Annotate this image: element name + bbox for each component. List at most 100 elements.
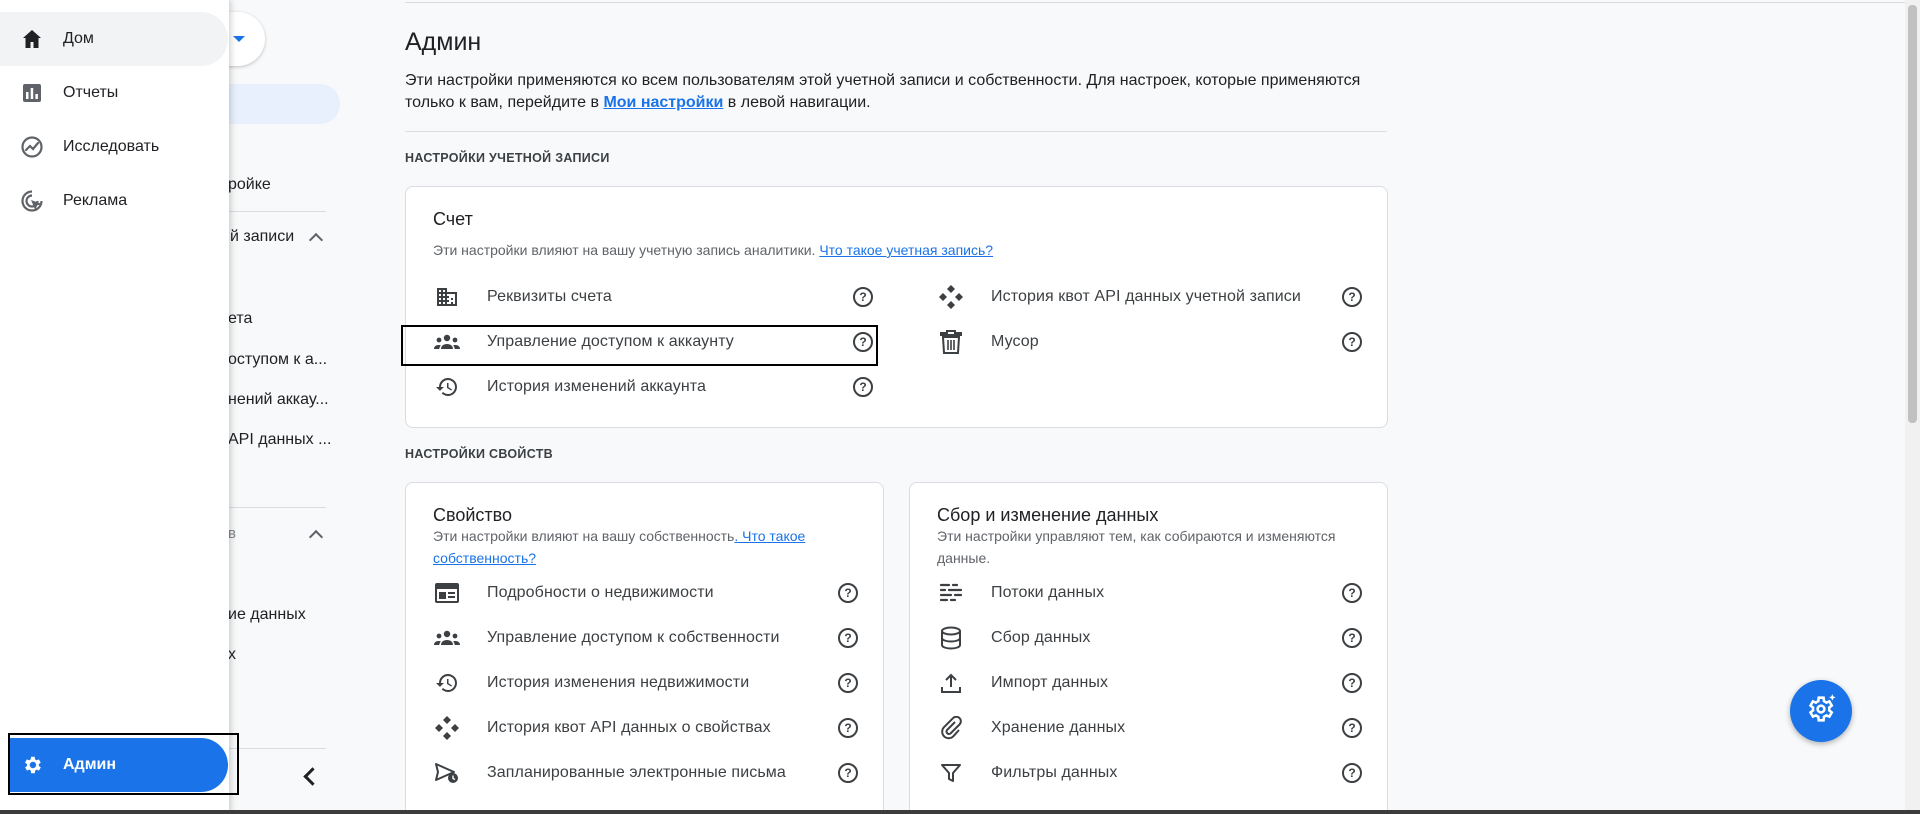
main-nav-drawer: Дом Отчеты Исследовать Реклама Админ	[0, 0, 229, 814]
row-label: Мусор	[991, 333, 1039, 350]
data-streams-row[interactable]: Потоки данных ?	[937, 573, 1362, 613]
row-label: Импорт данных	[991, 674, 1109, 691]
scrollbar-thumb[interactable]	[1908, 5, 1917, 423]
advertising-icon	[20, 189, 44, 213]
property-card-title: Свойство	[433, 505, 513, 525]
account-settings-heading: НАСТРОЙКИ УЧЕТНОЙ ЗАПИСИ	[405, 151, 610, 165]
help-icon[interactable]: ?	[838, 628, 858, 648]
nav-label: Исследовать	[63, 138, 160, 155]
my-settings-link[interactable]: Мои настройки	[603, 94, 723, 111]
subnav-section-account[interactable]: й записи	[230, 228, 294, 246]
intro-text: Эти настройки применяются ко всем пользо…	[405, 70, 1395, 114]
help-icon[interactable]: ?	[838, 718, 858, 738]
top-divider	[405, 2, 1905, 3]
help-icon[interactable]: ?	[1342, 718, 1362, 738]
row-label: История изменений аккаунта	[487, 378, 707, 395]
intro-text-part: Эти настройки применяются ко всем пользо…	[405, 72, 1361, 111]
help-icon[interactable]: ?	[1342, 673, 1362, 693]
explore-icon	[20, 135, 44, 159]
section-divider	[405, 131, 1387, 132]
property-details-icon	[433, 579, 461, 607]
account-trash-row[interactable]: Мусор ?	[937, 322, 1362, 362]
row-label: Подробности о недвижимости	[487, 584, 714, 601]
data-card-description: Эти настройки управляют тем, как собираю…	[937, 528, 1336, 566]
property-api-quota-row[interactable]: История квот API данных о свойствах ?	[433, 708, 858, 748]
subnav-item-data[interactable]: ие данных	[228, 606, 306, 624]
highlight-box	[401, 325, 878, 366]
data-filters-row[interactable]: Фильтры данных ?	[937, 753, 1362, 793]
help-icon[interactable]: ?	[838, 763, 858, 783]
row-label: Сбор данных	[991, 629, 1091, 646]
trash-icon	[937, 328, 965, 356]
row-label: История квот API данных учетной записи	[991, 288, 1301, 305]
chevron-up-icon[interactable]	[308, 232, 324, 248]
help-icon[interactable]: ?	[853, 287, 873, 307]
subnav-item-account-history[interactable]: нений аккау...	[228, 391, 329, 409]
help-icon[interactable]: ?	[853, 377, 873, 397]
row-label: История изменения недвижимости	[487, 674, 750, 691]
property-card-description: Эти настройки влияют на вашу собственнос…	[433, 525, 858, 569]
row-label: Фильтры данных	[991, 764, 1118, 781]
account-history-row[interactable]: История изменений аккаунта ?	[433, 367, 873, 407]
row-label: История квот API данных о свойствах	[487, 719, 771, 736]
account-details-row[interactable]: Реквизиты счета ?	[433, 277, 873, 317]
help-icon[interactable]: ?	[838, 673, 858, 693]
data-card-title: Сбор и изменение данных	[937, 505, 1159, 525]
help-icon[interactable]: ?	[838, 583, 858, 603]
highlight-box	[8, 733, 239, 795]
admin-main-content: Админ Эти настройки применяются ко всем …	[401, 0, 1905, 814]
subnav-item-setup[interactable]: ройке	[228, 176, 271, 194]
account-card-title: Счет	[433, 209, 473, 229]
data-import-row[interactable]: Импорт данных ?	[937, 663, 1362, 703]
bottom-taskbar-edge	[0, 810, 1920, 814]
nav-label: Дом	[63, 30, 94, 47]
subnav-item-account-details[interactable]: ета	[228, 310, 252, 328]
paperclip-icon	[937, 714, 965, 742]
settings-assistant-fab[interactable]	[1790, 680, 1852, 742]
row-label: Реквизиты счета	[487, 288, 612, 305]
subnav-item-account-access[interactable]: оступом к а...	[228, 351, 327, 369]
api-diamond-icon	[937, 283, 965, 311]
help-icon[interactable]: ?	[1342, 287, 1362, 307]
account-card-desc-text: Эти настройки влияют на вашу учетную зап…	[433, 242, 820, 258]
nav-item-advertising[interactable]: Реклама	[0, 174, 228, 228]
page-title: Админ	[405, 28, 482, 56]
intro-text-part: в левой навигации.	[723, 94, 871, 111]
nav-item-home[interactable]: Дом	[0, 12, 228, 66]
data-retention-row[interactable]: Хранение данных ?	[937, 708, 1362, 748]
row-label: Управление доступом к собственности	[487, 629, 780, 646]
bar-chart-icon	[20, 81, 44, 105]
account-api-quota-row[interactable]: История квот API данных учетной записи ?	[937, 277, 1362, 317]
api-diamond-icon	[433, 714, 461, 742]
property-card: Свойство Эти настройки влияют на вашу со…	[405, 482, 884, 814]
nav-label: Реклама	[63, 192, 128, 209]
help-icon[interactable]: ?	[1342, 763, 1362, 783]
help-icon[interactable]: ?	[1342, 583, 1362, 603]
caret-down-icon	[233, 36, 245, 42]
subnav-item-fragment[interactable]: х	[228, 646, 236, 664]
scheduled-emails-row[interactable]: Запланированные электронные письма ?	[433, 753, 858, 793]
chevron-up-icon[interactable]	[308, 529, 324, 545]
subnav-item-account-api[interactable]: API данных ...	[228, 431, 331, 449]
subnav-section-property[interactable]: в	[228, 525, 236, 542]
row-label: Запланированные электронные письма	[487, 764, 786, 781]
nav-item-explore[interactable]: Исследовать	[0, 120, 228, 174]
property-history-row[interactable]: История изменения недвижимости ?	[433, 663, 858, 703]
account-card-description: Эти настройки влияют на вашу учетную зап…	[433, 239, 993, 261]
property-access-row[interactable]: Управление доступом к собственности ?	[433, 618, 858, 658]
property-card-desc-text: Эти настройки влияют на вашу собственнос…	[433, 528, 735, 544]
building-icon	[433, 283, 461, 311]
help-icon[interactable]: ?	[1342, 628, 1362, 648]
home-icon	[20, 27, 44, 51]
nav-item-reports[interactable]: Отчеты	[0, 66, 228, 120]
upload-icon	[937, 669, 965, 697]
what-is-account-link[interactable]: Что такое учетная запись?	[819, 242, 993, 258]
collapse-chevron-left-icon[interactable]	[303, 767, 322, 786]
help-icon[interactable]: ?	[1342, 332, 1362, 352]
data-collection-row[interactable]: Сбор данных ?	[937, 618, 1362, 658]
account-card: Счет Эти настройки влияют на вашу учетну…	[405, 186, 1388, 428]
history-icon	[433, 373, 461, 401]
property-settings-heading: НАСТРОЙКИ СВОЙСТВ	[405, 447, 553, 461]
filter-icon	[937, 759, 965, 787]
property-details-row[interactable]: Подробности о недвижимости ?	[433, 573, 858, 613]
